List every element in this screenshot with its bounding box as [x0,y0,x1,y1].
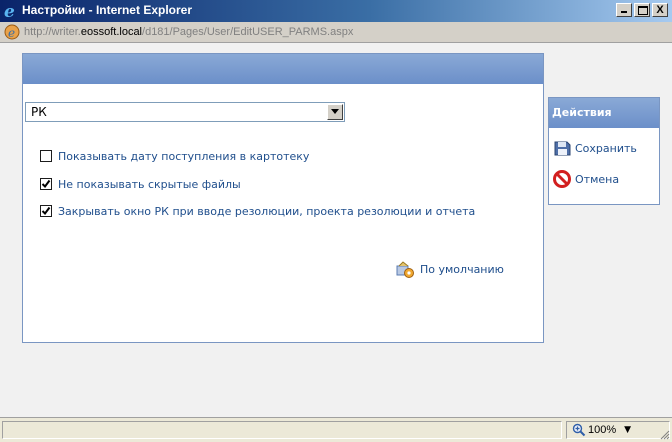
svg-text:e: e [4,2,15,20]
actions-panel-header: Действия [549,98,659,128]
option-show-arrival-date[interactable]: Показывать дату поступления в картотеку [40,148,309,164]
url-text[interactable]: http://writer.eossoft.local/d181/Pages/U… [24,26,353,38]
restore-defaults-label: По умолчанию [420,262,504,276]
checkbox-show-arrival-date[interactable] [40,150,52,162]
status-text-area [2,421,562,439]
url-scheme: http://writer. [24,26,81,38]
settings-panel [22,53,544,343]
chevron-down-icon[interactable] [327,104,343,120]
option-hide-hidden-files[interactable]: Не показывать скрытые файлы [40,176,241,192]
option-label: Закрывать окно РК при вводе резолюции, п… [58,204,476,218]
actions-panel: Действия Сохранить Отмена [548,97,660,205]
actions-title: Действия [552,106,612,119]
url-path: /d181/Pages/User/EditUSER_PARMS.aspx [142,26,354,38]
section-select[interactable]: РК [25,102,345,122]
restore-defaults-icon [396,261,414,278]
option-label: Не показывать скрытые файлы [58,177,241,191]
close-button[interactable]: X [652,3,668,17]
zoom-icon [572,423,586,437]
cancel-button[interactable]: Отмена [552,169,619,189]
cancel-label: Отмена [575,172,620,186]
resize-grip-icon[interactable] [660,430,670,440]
save-button[interactable]: Сохранить [552,138,637,158]
settings-panel-header [23,54,543,84]
floppy-disk-icon [554,141,571,156]
internet-explorer-icon: e [4,2,15,20]
save-label: Сохранить [575,141,637,155]
title-bar[interactable]: e Настройки - Internet Explorer X [0,0,672,22]
zoom-level: 100% [588,424,617,436]
minimize-button[interactable] [616,3,632,17]
address-bar[interactable]: e http://writer.eossoft.local/d181/Pages… [0,22,672,43]
page-icon: e [4,24,20,40]
checkbox-hide-hidden-files[interactable] [40,178,52,190]
status-bar: 100% ▼ [0,417,672,442]
option-label: Показывать дату поступления в картотеку [58,149,310,163]
option-close-rk-window[interactable]: Закрывать окно РК при вводе резолюции, п… [40,203,475,219]
url-host: eossoft.local [80,26,143,38]
section-select-value: РК [31,105,47,119]
zoom-control[interactable]: 100% ▼ [572,422,631,438]
cancel-icon [553,170,571,188]
maximize-button[interactable] [634,3,650,17]
chevron-down-icon[interactable]: ▼ [624,425,631,435]
window-title: Настройки - Internet Explorer [22,3,192,17]
checkbox-close-rk-window[interactable] [40,205,52,217]
svg-text:e: e [8,26,15,40]
restore-defaults-link[interactable]: По умолчанию [395,260,504,278]
